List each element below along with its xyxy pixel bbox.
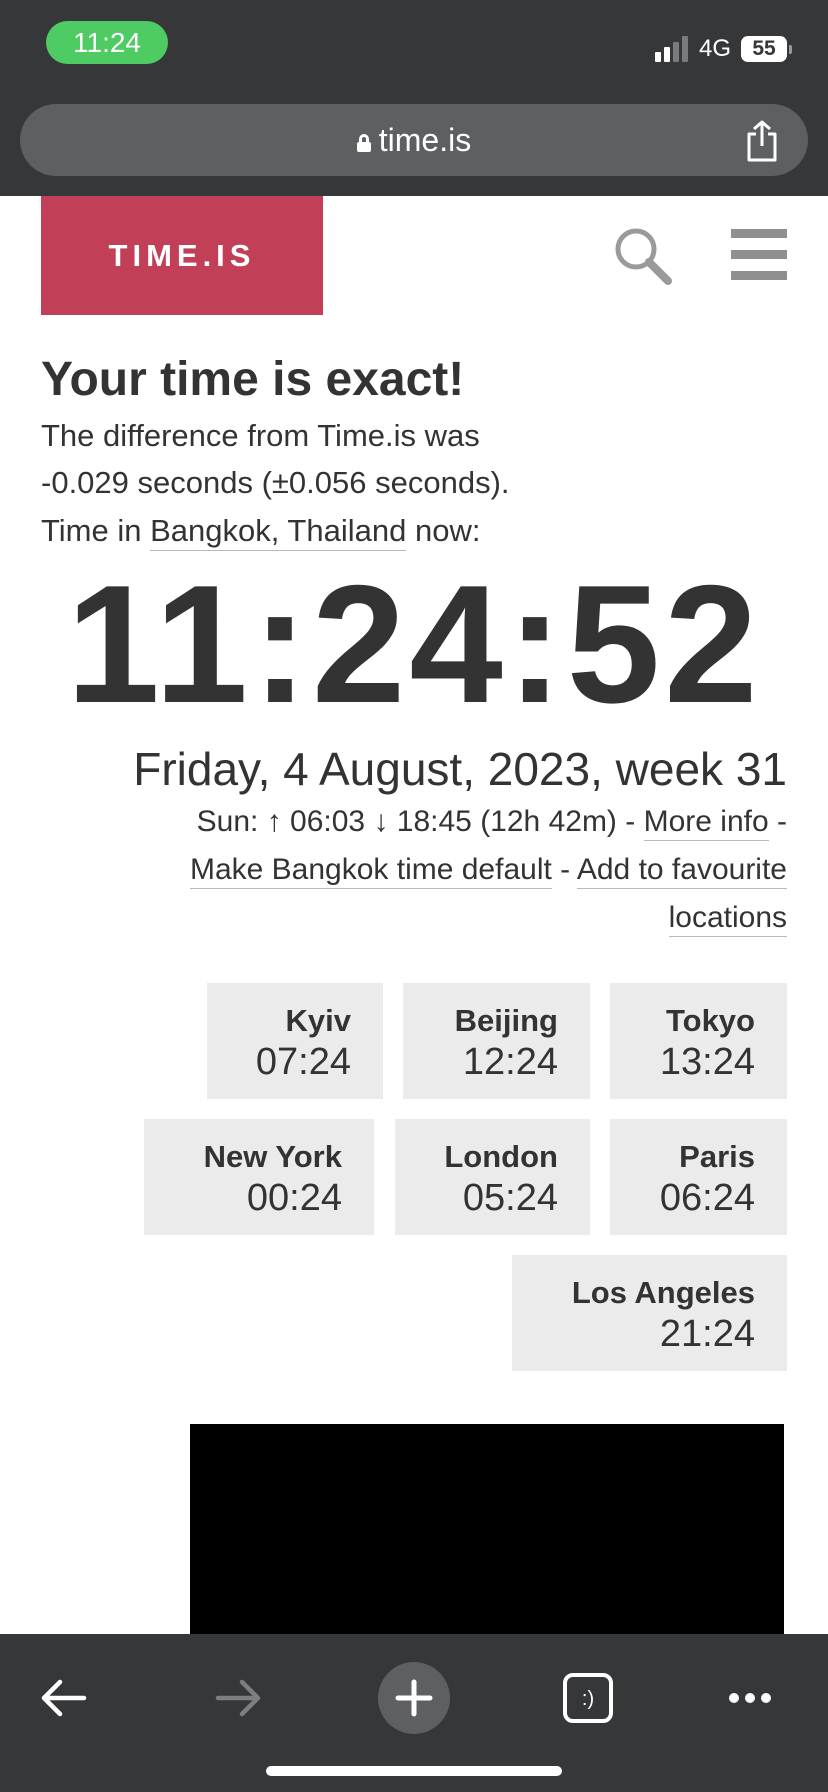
city-name: Kyiv <box>285 1003 351 1038</box>
browser-top-bar: 11:24 4G 55 time.is <box>0 0 828 196</box>
city-time: 07:24 <box>255 1041 351 1083</box>
city-tile-paris[interactable]: Paris 06:24 <box>610 1119 787 1235</box>
tabs-icon[interactable]: :) <box>552 1662 624 1734</box>
make-default-link[interactable]: Make Bangkok time default <box>189 853 552 889</box>
video-block <box>190 1424 784 1634</box>
city-tile-beijing[interactable]: Beijing 12:24 <box>403 983 590 1099</box>
location-link[interactable]: Bangkok, Thailand <box>150 513 407 551</box>
location-line: Time in Bangkok, Thailand now: <box>41 513 481 551</box>
city-time: 12:24 <box>462 1041 558 1083</box>
sun-info-line: Sun: ↑ 06:03 ↓ 18:45 (12h 42m) - More in… <box>196 805 787 841</box>
address-bar[interactable]: time.is <box>20 104 808 176</box>
network-type: 4G <box>698 35 731 62</box>
difference-line-1: The difference from Time.is was <box>41 418 480 453</box>
options-line-2: locations <box>668 901 787 937</box>
city-time: 05:24 <box>462 1177 558 1219</box>
add-favourite-link-cont[interactable]: locations <box>668 901 787 937</box>
url-display[interactable]: time.is <box>20 104 808 176</box>
url-text: time.is <box>378 122 472 158</box>
arrow-left-icon[interactable] <box>28 1662 100 1734</box>
signal-icon <box>654 36 689 62</box>
city-name: London <box>444 1139 558 1174</box>
status-time: 11:24 <box>46 21 168 64</box>
tabs-icon-label: :) <box>582 1688 594 1710</box>
city-name: Tokyo <box>666 1003 755 1038</box>
time-in-suffix: now: <box>414 513 481 548</box>
city-time: 06:24 <box>659 1177 755 1219</box>
city-tile-london[interactable]: London 05:24 <box>395 1119 590 1235</box>
city-tile-los-angeles[interactable]: Los Angeles 21:24 <box>512 1255 787 1371</box>
city-tile-tokyo[interactable]: Tokyo 13:24 <box>610 983 787 1099</box>
city-time: 13:24 <box>659 1041 755 1083</box>
more-dots-icon[interactable] <box>714 1662 786 1734</box>
main-clock: 11:24:52 <box>66 550 762 738</box>
search-icon[interactable] <box>612 225 674 287</box>
difference-line-2: -0.029 seconds (±0.056 seconds). <box>41 465 510 500</box>
home-indicator <box>266 1766 562 1776</box>
lock-icon <box>356 134 371 152</box>
city-tile-kyiv[interactable]: Kyiv 07:24 <box>207 983 383 1099</box>
sun-times: Sun: ↑ 06:03 ↓ 18:45 (12h 42m) - <box>196 805 636 838</box>
city-name: New York <box>203 1139 342 1174</box>
plus-icon[interactable] <box>378 1662 450 1734</box>
menu-icon[interactable] <box>731 229 787 280</box>
share-icon[interactable] <box>744 120 780 162</box>
separator: - <box>560 853 571 886</box>
city-time: 21:24 <box>659 1313 755 1355</box>
options-line: Make Bangkok time default - Add to favou… <box>189 853 787 889</box>
battery-icon: 55 <box>741 36 792 62</box>
status-indicators: 4G 55 <box>654 35 792 62</box>
city-name: Beijing <box>454 1003 558 1038</box>
separator: - <box>777 805 787 838</box>
city-tile-new-york[interactable]: New York 00:24 <box>144 1119 374 1235</box>
date-line: Friday, 4 August, 2023, week 31 <box>133 743 787 795</box>
city-name: Los Angeles <box>571 1275 755 1310</box>
accuracy-headline: Your time is exact! <box>41 353 465 406</box>
time-in-prefix: Time in <box>41 513 142 548</box>
more-info-link[interactable]: More info <box>643 805 769 841</box>
site-logo[interactable]: TIME.IS <box>41 196 323 315</box>
city-name: Paris <box>679 1139 755 1174</box>
add-favourite-link[interactable]: Add to favourite <box>576 853 787 889</box>
battery-level: 55 <box>741 36 787 62</box>
arrow-right-icon[interactable] <box>202 1662 274 1734</box>
city-time: 00:24 <box>246 1177 342 1219</box>
